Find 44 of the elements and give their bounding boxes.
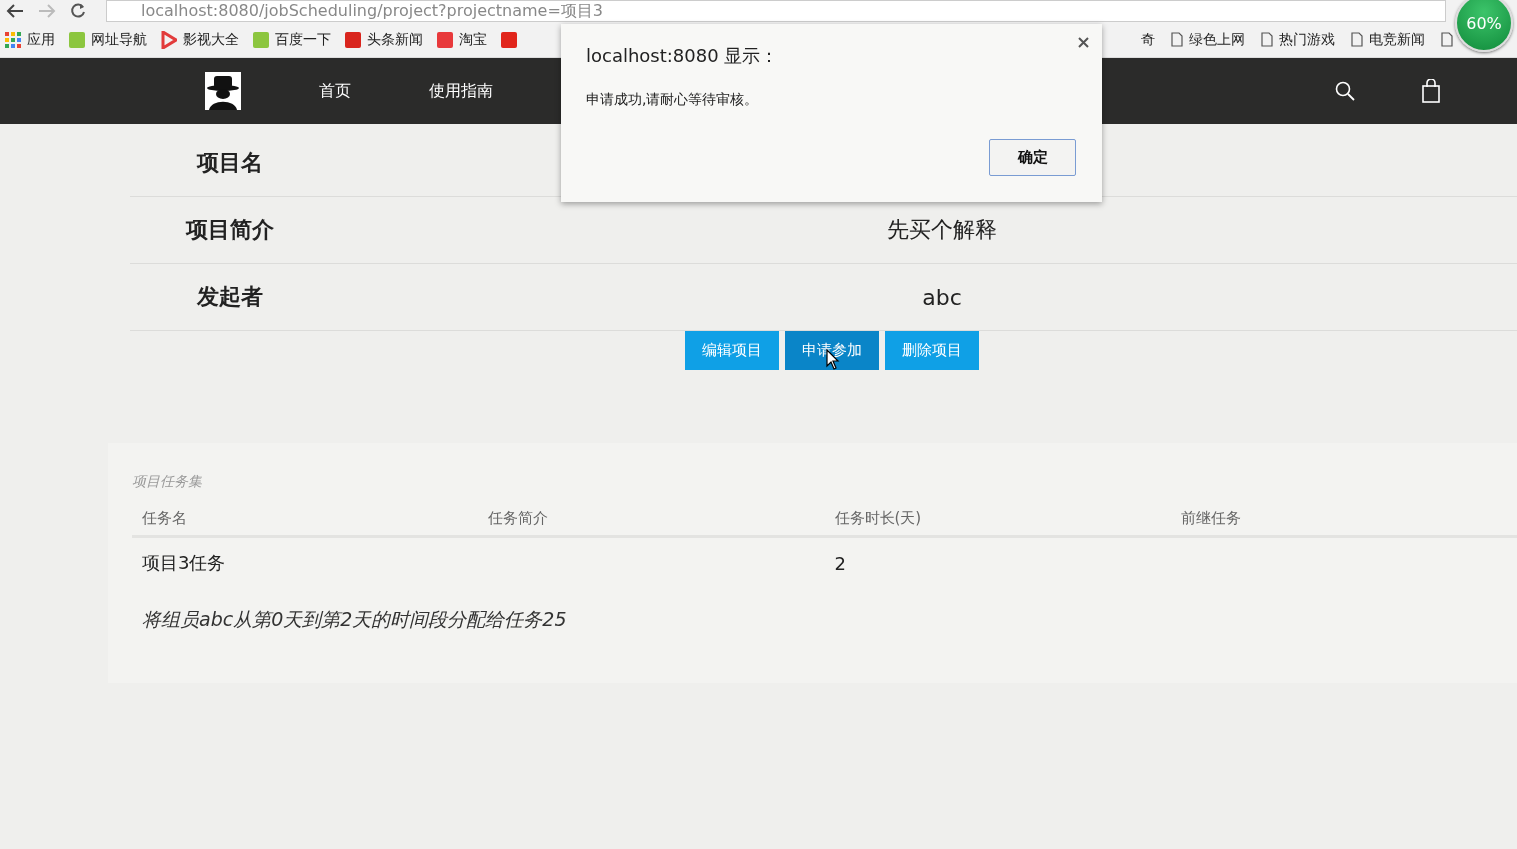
reload-icon[interactable] xyxy=(70,3,86,19)
table-caption: 项目任务集 xyxy=(132,473,203,491)
address-bar[interactable]: localhost:8080/jobScheduling/project?projectname=项目3 xyxy=(106,0,1446,22)
bookmark-link[interactable]: 淘宝 xyxy=(459,30,487,49)
site-logo-icon[interactable] xyxy=(501,31,517,48)
page-icon[interactable] xyxy=(1351,32,1363,47)
bookmark-link[interactable]: 头条新闻 xyxy=(367,30,423,49)
play-logo-icon[interactable] xyxy=(161,30,177,49)
shopping-bag-icon[interactable] xyxy=(1422,79,1440,103)
dialog-message: 申请成功,请耐心等待审核。 xyxy=(586,91,760,109)
bookmark-link[interactable]: 热门游戏 xyxy=(1279,30,1335,49)
ok-button[interactable]: 确定 xyxy=(989,139,1076,176)
nav-link[interactable]: 使用指南 xyxy=(429,80,493,102)
bookmark-link[interactable]: 奇 xyxy=(1141,30,1155,49)
dialog-title: localhost:8080 显示： xyxy=(586,44,780,68)
avatar-icon[interactable] xyxy=(205,72,241,110)
bookmark-link[interactable]: 影视大全 xyxy=(183,30,239,49)
field-label: 项目名 xyxy=(197,150,263,175)
site-logo-icon[interactable] xyxy=(345,31,361,48)
table-cell: 2 xyxy=(834,552,846,574)
field-label: 发起者 xyxy=(197,284,263,309)
column-header: 任务简介 xyxy=(488,509,549,527)
assignment-note: 将组员abc从第0天到第2天的时间段分配给任务25 xyxy=(142,607,568,632)
column-header: 任务时长(天) xyxy=(834,509,922,527)
bookmark-link[interactable]: 百度一下 xyxy=(275,30,331,49)
bookmark-link[interactable]: 绿色上网 xyxy=(1189,30,1245,49)
bookmark-link[interactable]: 网址导航 xyxy=(91,30,147,49)
page-icon[interactable] xyxy=(1261,32,1273,47)
back-arrow-icon[interactable] xyxy=(6,4,24,18)
nav-link[interactable]: 首页 xyxy=(319,80,351,102)
field-value: 先买个解释 xyxy=(887,217,997,242)
apps-grid-icon[interactable] xyxy=(5,31,21,48)
bookmark-link[interactable]: 应用 xyxy=(27,30,55,49)
column-header: 任务名 xyxy=(142,509,187,527)
page-icon[interactable] xyxy=(1441,32,1453,47)
table-cell: 项目3任务 xyxy=(142,552,226,573)
page-icon[interactable] xyxy=(1171,32,1183,47)
close-icon[interactable] xyxy=(1078,37,1089,48)
search-icon[interactable] xyxy=(1335,81,1355,101)
field-label: 项目简介 xyxy=(186,217,274,242)
field-value: abc xyxy=(922,284,962,310)
column-header: 前继任务 xyxy=(1180,509,1241,527)
site-logo-icon[interactable] xyxy=(437,31,453,48)
bookmark-link[interactable]: 电竞新闻 xyxy=(1369,30,1425,49)
